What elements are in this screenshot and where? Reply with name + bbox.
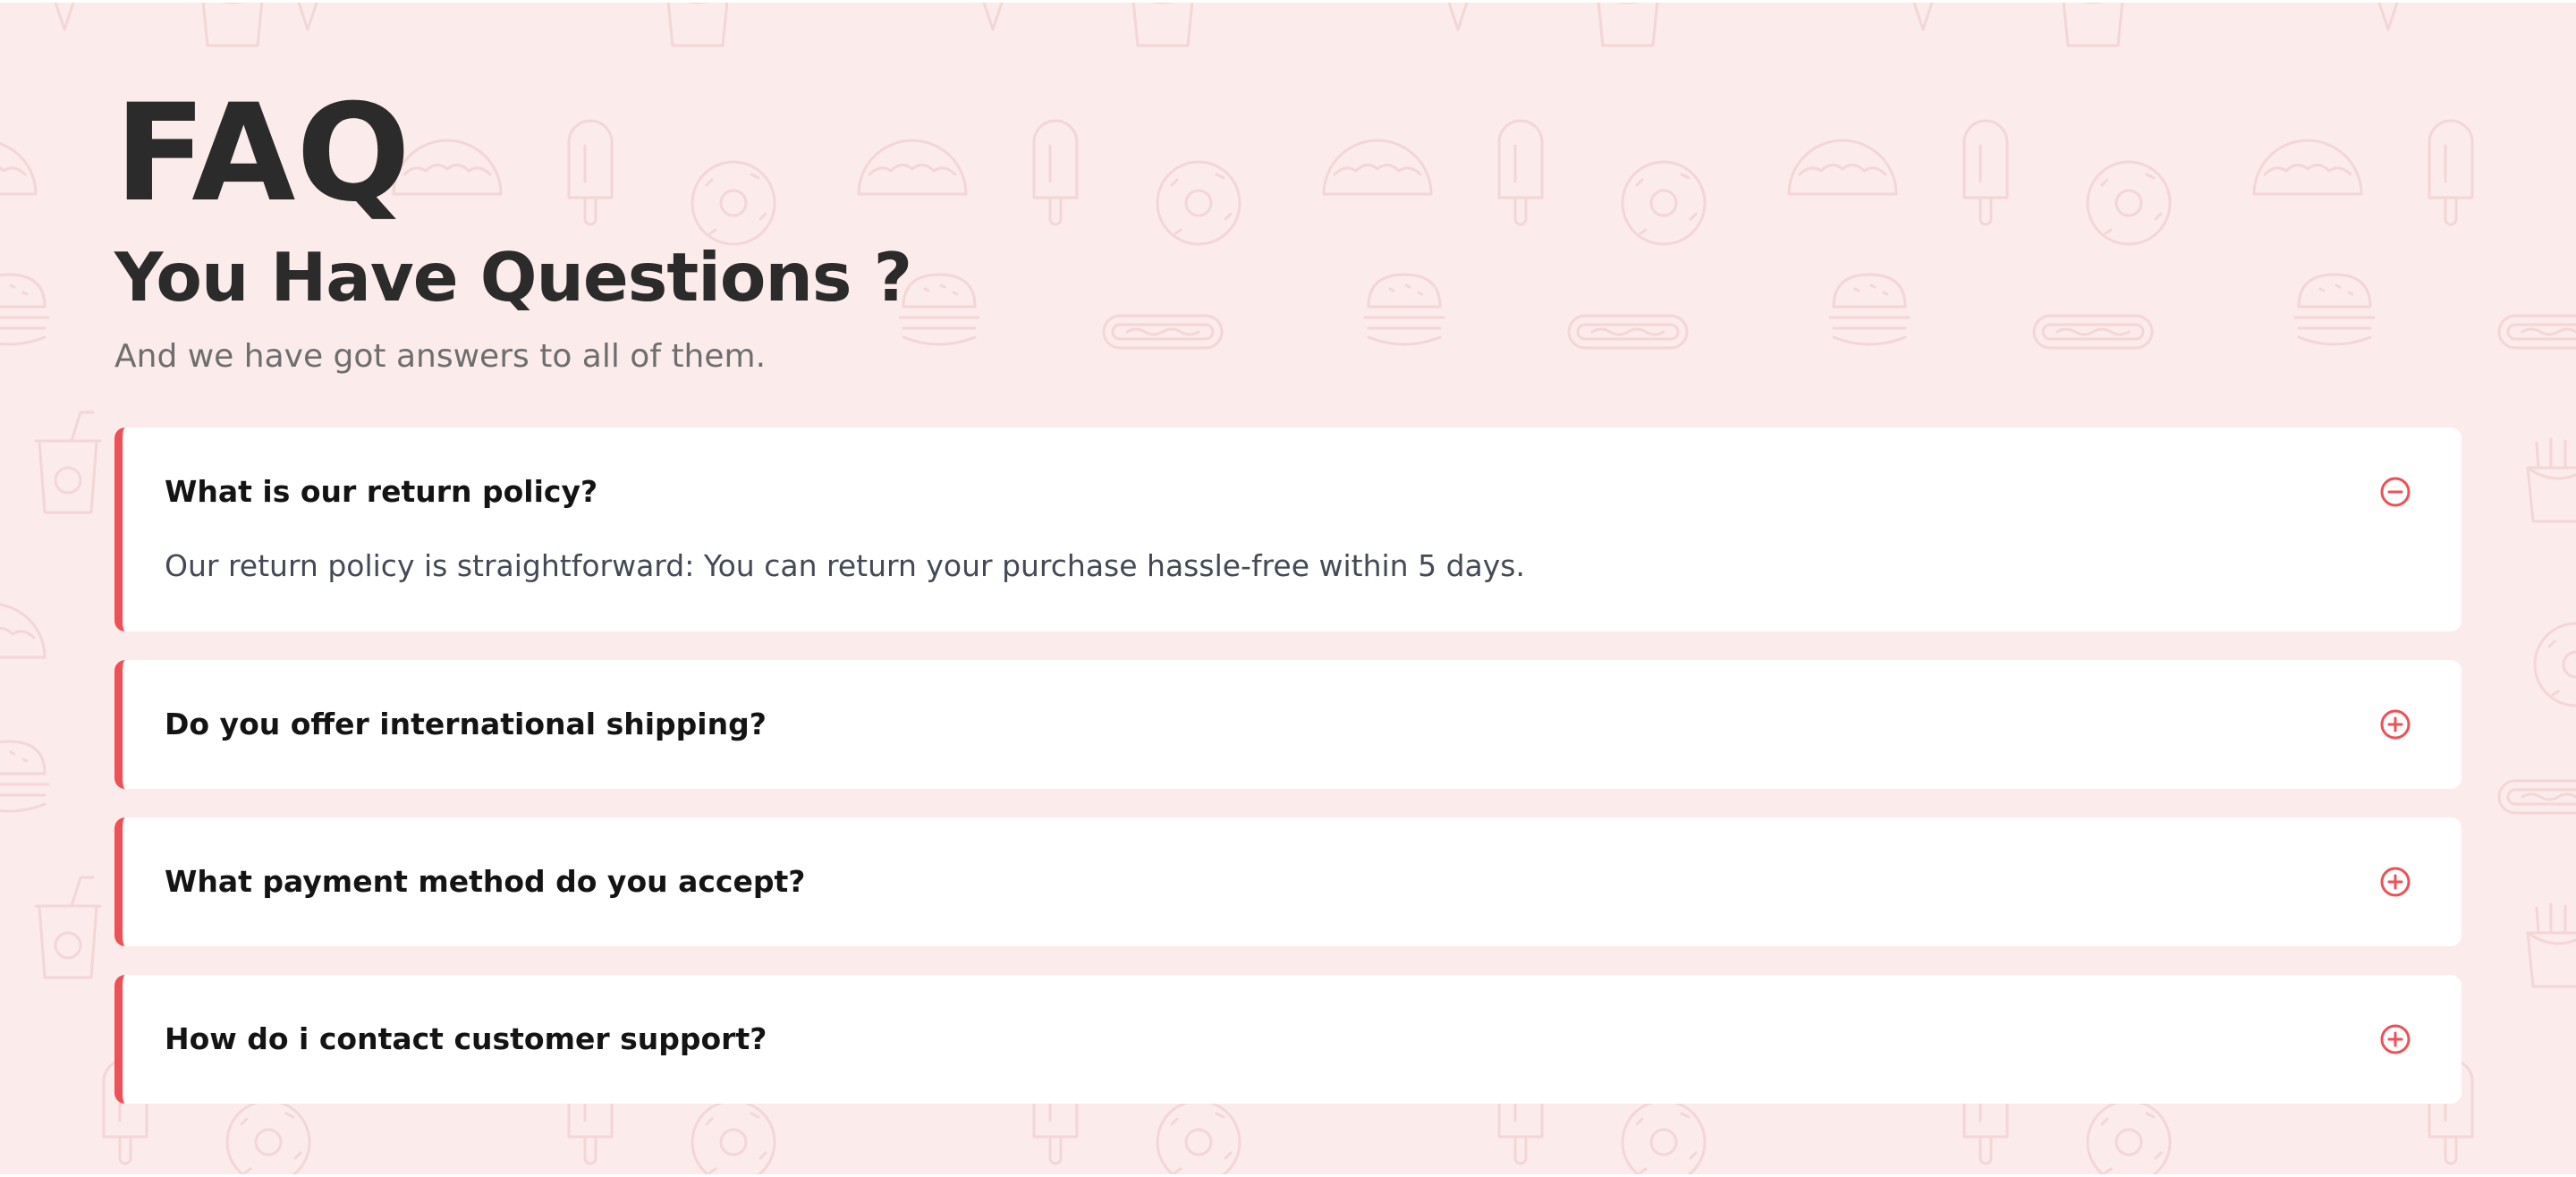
section-lead: And we have got answers to all of them.	[114, 338, 767, 375]
faq-page: FAQ You Have Questions ? And we have got…	[0, 3, 2576, 1174]
faq-item[interactable]: Do you offer international shipping?	[114, 660, 2462, 789]
faq-item[interactable]: What payment method do you accept?	[114, 817, 2462, 946]
faq-item[interactable]: What is our return policy? Our return po…	[114, 428, 2462, 631]
faq-item[interactable]: How do i contact customer support?	[114, 975, 2462, 1104]
faq-question[interactable]: How do i contact customer support?	[165, 1017, 767, 1062]
faq-question[interactable]: What payment method do you accept?	[165, 859, 805, 904]
plus-circle-icon[interactable]	[2379, 708, 2411, 741]
minus-circle-icon[interactable]	[2379, 476, 2411, 508]
faq-question[interactable]: Do you offer international shipping?	[165, 702, 767, 747]
section-subtitle: You Have Questions ?	[114, 238, 912, 317]
faq-answer: Our return policy is straightforward: Yo…	[165, 548, 1525, 583]
plus-circle-icon[interactable]	[2379, 1023, 2411, 1055]
plus-circle-icon[interactable]	[2379, 866, 2411, 898]
page-title: FAQ	[114, 76, 411, 232]
faq-question[interactable]: What is our return policy?	[165, 470, 597, 514]
